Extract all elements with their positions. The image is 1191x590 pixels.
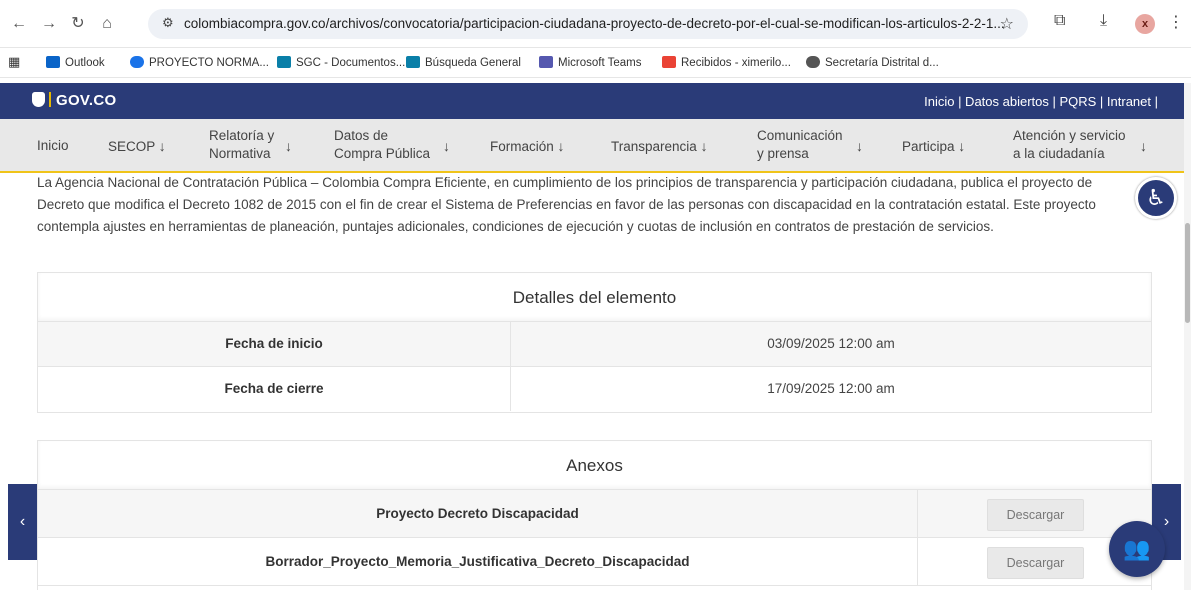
bookmarks-bar: ▦ Outlook PROYECTO NORMA... SGC - Docume… — [0, 48, 1191, 78]
annexes-card: Anexos Proyecto Decreto Discapacidad Des… — [37, 440, 1152, 590]
users-support-icon: 👥 — [1123, 536, 1151, 561]
cloud-icon — [130, 56, 144, 68]
download-icon[interactable]: ⤓ — [1100, 12, 1107, 30]
site-info-icon[interactable]: ⚙ — [162, 15, 174, 31]
url-text[interactable]: colombiacompra.gov.co/archivos/convocato… — [184, 16, 1005, 31]
scrollbar-thumb[interactable] — [1185, 223, 1190, 323]
intro-paragraph: La Agencia Nacional de Contratación Públ… — [37, 175, 1096, 234]
back-icon[interactable]: ← — [8, 13, 30, 35]
chevron-down-icon: ↓ — [1140, 138, 1147, 154]
forward-icon[interactable]: → — [38, 13, 60, 35]
details-card: Detalles del elemento Fecha de inicio 03… — [37, 272, 1152, 413]
download-button[interactable]: Descargar — [987, 499, 1084, 531]
annex-name: Proyecto Decreto Discapacidad — [38, 490, 918, 537]
nav-formacion[interactable]: Formación ↓ — [490, 137, 565, 156]
carousel-prev-button[interactable]: ‹ — [8, 484, 37, 560]
apps-grid-icon[interactable]: ▦ — [8, 54, 20, 70]
globe-icon — [806, 56, 820, 68]
extensions-icon[interactable]: ⧉ — [1054, 12, 1065, 30]
gov-logo[interactable]: GOV.CO — [32, 92, 116, 109]
reload-icon[interactable]: ↻ — [67, 13, 89, 35]
chevron-left-icon: ‹ — [19, 513, 26, 530]
detail-value: 03/09/2025 12:00 am — [767, 336, 895, 351]
table-row: Fecha de inicio 03/09/2025 12:00 am — [38, 322, 1151, 367]
bookmark-outlook[interactable]: Outlook — [46, 56, 105, 69]
bookmark-sgc[interactable]: SGC - Documentos... — [277, 56, 405, 69]
nav-relatoria[interactable]: Relatoría y Normativa — [209, 127, 274, 163]
browser-menu-icon[interactable]: ⋮ — [1168, 12, 1184, 32]
main-nav: Inicio SECOP ↓ Relatoría y Normativa ↓ Da… — [0, 119, 1184, 173]
table-row: Borrador_Proyecto_Memoria_Justificativa_… — [38, 538, 1151, 586]
gov-header: GOV.CO Inicio | Datos abiertos | PQRS | … — [0, 83, 1184, 119]
bookmark-busqueda[interactable]: Búsqueda General — [406, 56, 521, 69]
detail-label: Fecha de inicio — [38, 322, 511, 366]
table-row: Fecha de cierre 17/09/2025 12:00 am — [38, 367, 1151, 412]
address-bar[interactable]: ⚙ colombiacompra.gov.co/archivos/convoca… — [148, 9, 1028, 39]
nav-participa[interactable]: Participa ↓ — [902, 137, 965, 156]
nav-secop[interactable]: SECOP ↓ — [108, 137, 166, 156]
chevron-down-icon: ↓ — [856, 138, 863, 154]
nav-comunicacion[interactable]: Comunicación y prensa — [757, 127, 843, 163]
page-scrollbar[interactable] — [1184, 83, 1191, 590]
bookmark-star-icon[interactable]: ☆ — [1000, 14, 1014, 34]
details-title: Detalles del elemento — [38, 273, 1151, 322]
sharepoint-icon — [406, 56, 420, 68]
nav-atencion[interactable]: Atención y servicio a la ciudadanía — [1013, 127, 1126, 163]
accessibility-button[interactable]: ♿ — [1135, 177, 1177, 219]
shield-icon — [32, 92, 45, 107]
nav-datos-compra[interactable]: Datos de Compra Pública — [334, 127, 430, 163]
outlook-icon — [46, 56, 60, 68]
home-icon[interactable]: ⌂ — [96, 13, 118, 35]
nav-transparencia[interactable]: Transparencia ↓ — [611, 137, 708, 156]
bookmark-proyecto-norma[interactable]: PROYECTO NORMA... — [130, 56, 269, 69]
accessibility-icon: ♿ — [1146, 185, 1166, 210]
bookmark-secretaria[interactable]: Secretaría Distrital d... — [806, 56, 939, 69]
chevron-down-icon: ↓ — [285, 138, 292, 154]
download-button[interactable]: Descargar — [987, 547, 1084, 579]
gmail-icon — [662, 56, 676, 68]
profile-avatar[interactable]: x — [1135, 14, 1155, 34]
nav-inicio[interactable]: Inicio — [37, 137, 69, 155]
teams-icon — [539, 56, 553, 68]
chevron-down-icon: ↓ — [443, 138, 450, 154]
sharepoint-icon — [277, 56, 291, 68]
bookmark-gmail[interactable]: Recibidos - ximerilo... — [662, 56, 791, 69]
detail-label: Fecha de cierre — [38, 367, 511, 411]
annex-name: Borrador_Proyecto_Memoria_Justificativa_… — [38, 538, 918, 585]
detail-value: 17/09/2025 12:00 am — [767, 381, 895, 396]
table-row: Proyecto Decreto Discapacidad Descargar — [38, 490, 1151, 538]
bookmark-teams[interactable]: Microsoft Teams — [539, 56, 642, 69]
chevron-right-icon: › — [1163, 513, 1170, 530]
annexes-title: Anexos — [38, 441, 1151, 490]
browser-toolbar: ← → ↻ ⌂ ⚙ colombiacompra.gov.co/archivos… — [0, 0, 1191, 48]
support-chat-button[interactable]: 👥 — [1109, 521, 1165, 577]
gov-top-links[interactable]: Inicio | Datos abiertos | PQRS | Intrane… — [924, 94, 1158, 109]
